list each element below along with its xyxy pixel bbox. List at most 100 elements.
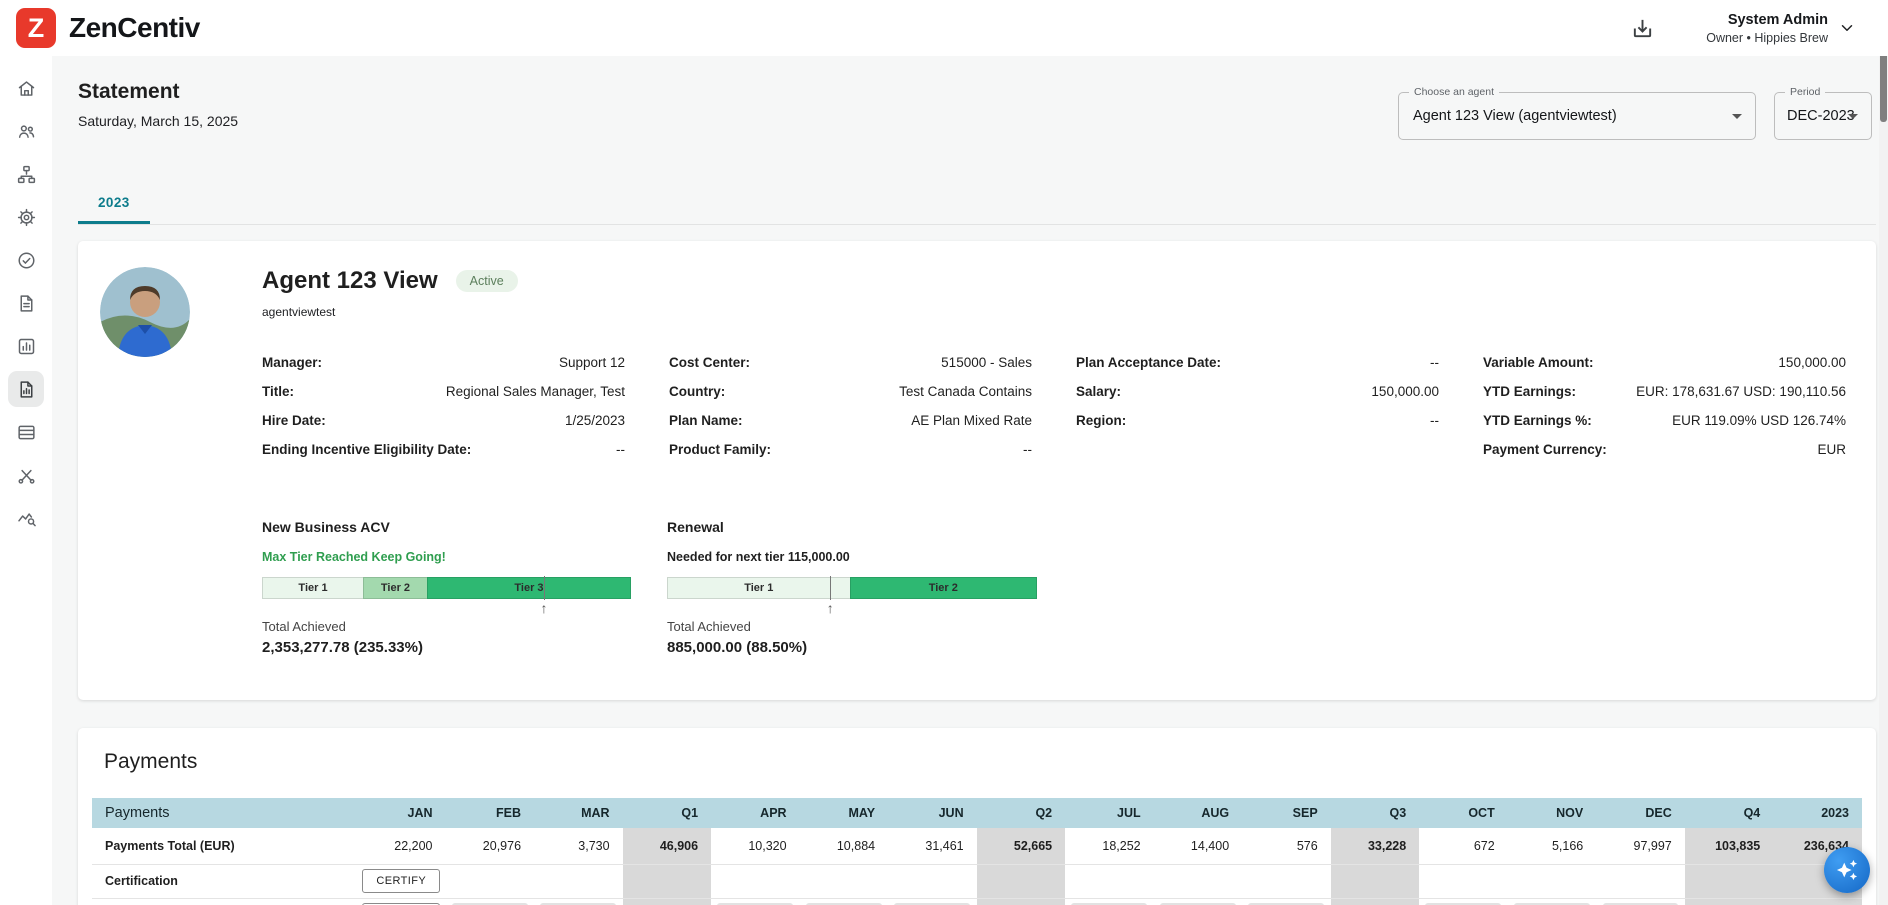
period-select-value: DEC-2023 [1787, 108, 1855, 124]
scissors-icon [16, 465, 37, 486]
chevron-down-icon [1838, 19, 1856, 37]
table-header-row: Payments JAN FEB MAR Q1 APR MAY JUN Q2 JUL AUG SEP Q… [92, 798, 1862, 828]
sidebar-item-home[interactable] [8, 70, 44, 106]
download-button[interactable] [1631, 17, 1654, 40]
table-cell [622, 864, 712, 899]
agent-username: agentviewtest [262, 305, 336, 319]
profile-details: Manager: Support 12 Title: Regional Sales M… [262, 355, 1846, 471]
detail-value: -- [1023, 442, 1032, 457]
detail-value: EUR [1817, 442, 1846, 457]
tab-bar: 2023 [78, 184, 1876, 225]
sidebar-item-chart-box[interactable] [8, 328, 44, 364]
download-icon [1631, 17, 1654, 40]
detail-value: 515000 - Sales [941, 355, 1032, 370]
document-icon [16, 293, 37, 314]
detail-value: -- [616, 442, 625, 457]
table-cell: 33,228 [1330, 828, 1420, 865]
table-cell: 52,665 [976, 828, 1066, 865]
sidebar-item-people[interactable] [8, 113, 44, 149]
status-badge: Active [455, 270, 518, 292]
detail-label: Salary: [1076, 384, 1122, 399]
user-menu[interactable]: System Admin Owner • Hippies Brew [1706, 12, 1856, 45]
detail-label: Title: [262, 384, 295, 399]
table-header-NOV: NOV [1507, 798, 1597, 828]
chart-box-icon [16, 336, 37, 357]
sidebar-item-query-stats[interactable] [8, 500, 44, 536]
detail-label: Plan Name: [669, 413, 743, 428]
table-cell [1065, 864, 1154, 899]
table-cell: 576 [1242, 828, 1331, 865]
detail-row: Plan Name: AE Plan Mixed Rate [669, 413, 1032, 442]
table-header-OCT: OCT [1419, 798, 1508, 828]
payments-title: Payments [104, 750, 198, 773]
detail-row: Variable Amount: 150,000.00 [1483, 355, 1846, 384]
tier-segment: Tier 3 [426, 577, 631, 599]
sidebar-item-hierarchy[interactable] [8, 156, 44, 192]
table-cell: UNPUBLISH [445, 898, 535, 905]
table-cell: 10,884 [799, 828, 889, 865]
sidebar-item-document[interactable] [8, 285, 44, 321]
table-cell: 46,906 [622, 828, 712, 865]
detail-row: Country: Test Canada Contains [669, 384, 1032, 413]
table-cell: 10,320 [711, 828, 800, 865]
sidebar-item-scissors[interactable] [8, 457, 44, 493]
ai-assistant-fab[interactable] [1824, 847, 1870, 893]
sparkle-icon [1836, 859, 1858, 881]
table-header-APR: APR [711, 798, 800, 828]
table-row: Data PublishingPUBLISHUNPUBLISHUNPUBLISH… [92, 898, 1862, 905]
table-cell: UNPUBLISH [1507, 898, 1597, 905]
tier-segment: Tier 2 [363, 577, 428, 599]
table-cell: PUBLISH [357, 898, 446, 905]
period-select[interactable]: Period DEC-2023 [1774, 86, 1872, 140]
table-cell [976, 898, 1066, 905]
detail-label: YTD Earnings: [1483, 384, 1577, 399]
table-cell: 672 [1419, 828, 1508, 865]
table-cell [799, 864, 889, 899]
table-cell [1507, 864, 1597, 899]
table-row: Certification CERTIFY [92, 864, 1862, 899]
sidebar-item-check-circle[interactable] [8, 242, 44, 278]
table-cell [711, 864, 800, 899]
statement-icon [16, 379, 37, 400]
detail-value: EUR 119.09% USD 126.74% [1672, 413, 1846, 428]
detail-row: YTD Earnings: EUR: 178,631.67 USD: 190,11… [1483, 384, 1846, 413]
table-header-MAR: MAR [534, 798, 623, 828]
table-cell: 97,997 [1596, 828, 1685, 865]
table-cell [445, 864, 535, 899]
chevron-down-icon [1732, 114, 1742, 119]
detail-row: Manager: Support 12 [262, 355, 625, 384]
row-label: Certification [92, 864, 357, 899]
check-circle-icon [16, 250, 37, 271]
agent-select[interactable]: Choose an agent Agent 123 View (agentvie… [1398, 86, 1756, 140]
table-header-MAY: MAY [799, 798, 889, 828]
detail-row: YTD Earnings %: EUR 119.09% USD 126.74% [1483, 413, 1846, 442]
table-header-SEP: SEP [1242, 798, 1331, 828]
total-achieved-label: Total Achieved [262, 619, 346, 634]
detail-label: Region: [1076, 413, 1127, 428]
detail-value: 1/25/2023 [564, 413, 625, 428]
certify-button[interactable]: CERTIFY [362, 869, 441, 893]
brand[interactable]: Z ZenCentiv [16, 8, 200, 48]
achievement-marker-line [543, 576, 545, 600]
tab-2023[interactable]: 2023 [78, 184, 150, 224]
page-date: Saturday, March 15, 2025 [78, 113, 239, 129]
brand-name: ZenCentiv [69, 12, 200, 43]
detail-label: Plan Acceptance Date: [1076, 355, 1222, 370]
detail-row: Cost Center: 515000 - Sales [669, 355, 1032, 384]
progress-title: New Business ACV [262, 519, 390, 535]
detail-label: Cost Center: [669, 355, 751, 370]
sidebar-item-settings[interactable] [8, 199, 44, 235]
detail-label: Payment Currency: [1483, 442, 1607, 457]
sidebar-item-table[interactable] [8, 414, 44, 450]
app-logo: Z [16, 8, 56, 48]
detail-row: Region: -- [1076, 413, 1439, 442]
table-cell [888, 864, 977, 899]
table-cell [1242, 864, 1331, 899]
table-header-Q1: Q1 [622, 798, 712, 828]
sidebar-item-statement[interactable] [8, 371, 44, 407]
tier-segment: Tier 2 [849, 577, 1037, 599]
row-label: Data Publishing [92, 898, 357, 905]
achievement-marker-line [830, 576, 832, 600]
table-header-DEC: DEC [1596, 798, 1685, 828]
table-cell [1153, 864, 1243, 899]
